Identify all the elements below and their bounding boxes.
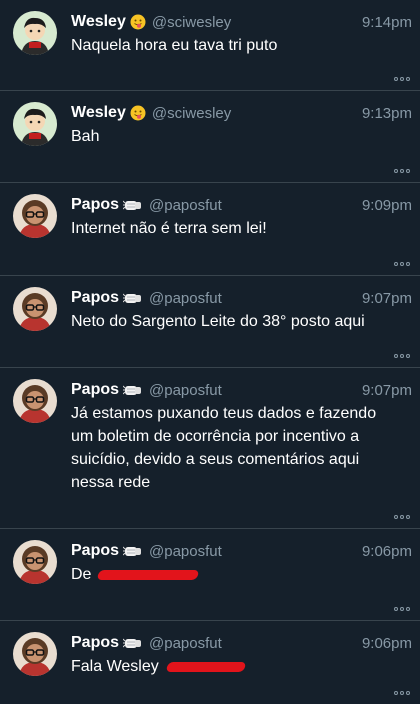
tweet-text: Fala Wesley bbox=[71, 655, 410, 678]
user-handle[interactable]: @paposfut bbox=[149, 382, 222, 399]
user-handle[interactable]: @paposfut bbox=[149, 635, 222, 652]
tweet-item[interactable]: Papos @paposfut 9:06pm Fala Wesley bbox=[0, 621, 420, 704]
tweet-line: um boletim de ocorrência por incentivo a bbox=[71, 428, 360, 445]
display-name[interactable]: Papos bbox=[71, 634, 119, 652]
fist-bump-emoji-icon bbox=[123, 383, 143, 397]
user-handle[interactable]: @paposfut bbox=[149, 543, 222, 560]
user-handle[interactable]: @sciwesley bbox=[152, 105, 231, 122]
timestamp[interactable]: 9:07pm bbox=[362, 290, 412, 307]
more-options-icon[interactable] bbox=[394, 691, 410, 695]
tweet-item[interactable]: Papos @paposfut 9:07pm Neto do Sargento … bbox=[0, 276, 420, 368]
avatar[interactable] bbox=[13, 379, 57, 423]
glasses-avatar-icon bbox=[13, 632, 57, 676]
timestamp[interactable]: 9:14pm bbox=[362, 14, 412, 31]
tweet-line: Internet não é terra sem lei! bbox=[71, 220, 267, 237]
more-options-icon[interactable] bbox=[394, 354, 410, 358]
display-name[interactable]: Wesley bbox=[71, 13, 126, 31]
timestamp[interactable]: 9:06pm bbox=[362, 635, 412, 652]
display-name[interactable]: Wesley bbox=[71, 104, 126, 122]
tweet-item[interactable]: Wesley @sciwesley 9:14pm Naquela hora eu… bbox=[0, 0, 420, 91]
tweet-text: Neto do Sargento Leite do 38° posto aqui bbox=[71, 310, 410, 333]
user-handle[interactable]: @sciwesley bbox=[152, 14, 231, 31]
timestamp[interactable]: 9:13pm bbox=[362, 105, 412, 122]
timestamp[interactable]: 9:07pm bbox=[362, 382, 412, 399]
tweet-text: Já estamos puxando teus dados e fazendo … bbox=[71, 402, 410, 494]
glasses-avatar-icon bbox=[13, 379, 57, 423]
avatar[interactable] bbox=[13, 540, 57, 584]
tweet-text: De bbox=[71, 563, 410, 586]
timestamp[interactable]: 9:06pm bbox=[362, 543, 412, 560]
avatar[interactable] bbox=[13, 194, 57, 238]
tweet-item[interactable]: Papos @paposfut 9:07pm Já estamos puxand… bbox=[0, 368, 420, 529]
tongue-face-emoji-icon bbox=[130, 14, 146, 30]
display-name[interactable]: Papos bbox=[71, 196, 119, 214]
more-options-icon[interactable] bbox=[394, 262, 410, 266]
fist-bump-emoji-icon bbox=[123, 198, 143, 212]
timestamp[interactable]: 9:09pm bbox=[362, 197, 412, 214]
tweet-line: Neto do Sargento Leite do 38° posto aqui bbox=[71, 313, 365, 330]
fist-bump-emoji-icon bbox=[123, 636, 143, 650]
user-handle[interactable]: @paposfut bbox=[149, 197, 222, 214]
glasses-avatar-icon bbox=[13, 287, 57, 331]
tweet-text: Internet não é terra sem lei! bbox=[71, 217, 410, 240]
avatar[interactable] bbox=[13, 287, 57, 331]
more-options-icon[interactable] bbox=[394, 77, 410, 81]
avatar[interactable] bbox=[13, 102, 57, 146]
fist-bump-emoji-icon bbox=[123, 291, 143, 305]
glasses-avatar-icon bbox=[13, 540, 57, 584]
display-name[interactable]: Papos bbox=[71, 381, 119, 399]
tweet-item[interactable]: Wesley @sciwesley 9:13pm Bah bbox=[0, 91, 420, 183]
tweet-text: Bah bbox=[71, 125, 410, 148]
tweet-line: Naquela hora eu tava tri puto bbox=[71, 37, 278, 54]
more-options-icon[interactable] bbox=[394, 515, 410, 519]
glasses-avatar-icon bbox=[13, 194, 57, 238]
cartoon-avatar-icon bbox=[13, 102, 57, 146]
more-options-icon[interactable] bbox=[394, 607, 410, 611]
cartoon-avatar-icon bbox=[13, 11, 57, 55]
user-handle[interactable]: @paposfut bbox=[149, 290, 222, 307]
tongue-face-emoji-icon bbox=[130, 105, 146, 121]
tweet-item[interactable]: Papos @paposfut 9:06pm De bbox=[0, 529, 420, 621]
tweet-feed: Wesley @sciwesley 9:14pm Naquela hora eu… bbox=[0, 0, 420, 704]
display-name[interactable]: Papos bbox=[71, 289, 119, 307]
tweet-text: Naquela hora eu tava tri puto bbox=[71, 34, 410, 57]
redaction-mark bbox=[96, 569, 200, 580]
tweet-line: Bah bbox=[71, 128, 100, 145]
tweet-line: nessa rede bbox=[71, 474, 151, 491]
redaction-mark bbox=[165, 661, 247, 672]
tweet-item[interactable]: Papos @paposfut 9:09pm Internet não é te… bbox=[0, 183, 420, 276]
more-options-icon[interactable] bbox=[394, 169, 410, 173]
tweet-line: Fala Wesley bbox=[71, 658, 159, 675]
tweet-line: Já estamos puxando teus dados e fazendo bbox=[71, 405, 377, 422]
avatar[interactable] bbox=[13, 632, 57, 676]
tweet-line: De bbox=[71, 566, 92, 583]
display-name[interactable]: Papos bbox=[71, 542, 119, 560]
tweet-line: suicídio, devido a seus comentários aqui bbox=[71, 451, 360, 468]
avatar[interactable] bbox=[13, 11, 57, 55]
fist-bump-emoji-icon bbox=[123, 544, 143, 558]
